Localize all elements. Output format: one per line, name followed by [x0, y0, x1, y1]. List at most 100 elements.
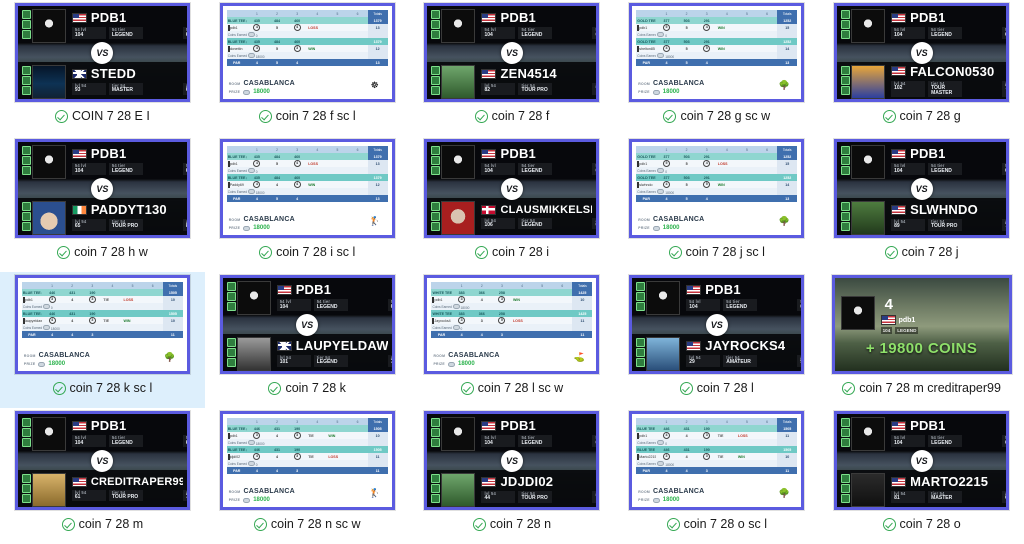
gallery-item[interactable]: 123456TotalsBLUE TEE (YARDS)446431190150… — [205, 408, 410, 544]
thumbnail[interactable]: 123456TotalsBLUE TEE (YARDS)435484460137… — [219, 139, 395, 238]
hole-header-5: 5 — [327, 10, 348, 17]
cell-3: LOSS — [716, 160, 737, 167]
thumbnail[interactable]: 123456TotalsBLUE TEE (YARDS)446431190150… — [219, 411, 395, 510]
gallery-item[interactable]: 123456TotalsWHITE TEE (YARDS)38336625814… — [410, 272, 615, 408]
badge-strip — [431, 417, 441, 448]
row-total: 1505 — [162, 310, 183, 317]
gallery-item[interactable]: PDB154 lvl10454 tierLEGEND 54 avg61.87 CRE… — [0, 408, 205, 544]
thumbnail[interactable]: PDB154 lvl10454 tierLEGEND 54 avg61.87 MAR… — [834, 411, 1010, 510]
player-stats: 54 lvl10454 tierLEGEND 54 avg61.87 — [71, 27, 187, 39]
thumbnail[interactable]: 123456TotalsBLUE TEE (YARDS)446431190150… — [629, 411, 805, 510]
thumbnail[interactable]: 123456TotalsGOLD TEE (YARDS)377503291125… — [629, 139, 805, 238]
cell-1: 431 — [266, 446, 288, 453]
coin-icon — [652, 225, 660, 231]
stat-value: 44 — [484, 495, 491, 502]
stat-spacer — [965, 435, 999, 447]
gallery-item[interactable]: 123456TotalsGOLD TEE (YARDS)377503291125… — [614, 0, 819, 136]
coins-total — [572, 303, 593, 310]
cell-1: 431 — [62, 310, 83, 317]
player-name: PDB1 — [705, 282, 741, 298]
scorecard-row: PAR 4 5 4 13 — [226, 195, 388, 202]
prize-value: 18000 — [662, 496, 680, 503]
gallery-item[interactable]: 123456TotalsGOLD TEE (YARDS)377503291125… — [614, 136, 819, 272]
prize-label: PRIZE — [228, 90, 241, 95]
cell-0: 4 — [246, 195, 267, 202]
stat-avg: avg 5475.08 — [592, 83, 597, 95]
player-stats: 54 lvl10454 tierLEGEND 54 avg61.87 — [481, 435, 597, 447]
stat-value: 89 — [894, 223, 900, 230]
cell-5 — [552, 310, 573, 317]
thumbnail[interactable]: PDB154 lvl10454 tierLEGEND 54 avg61.87 STE… — [14, 3, 190, 102]
gallery-item[interactable]: PDB154 lvl10454 tierLEGEND 54 avg61.87 ZEN… — [410, 0, 615, 136]
flag-icon-us — [637, 45, 640, 52]
row-total: 10 — [162, 296, 183, 303]
gallery-item[interactable]: PDB154 lvl10454 tierLEGEND 54 avg61.87 SLW… — [819, 136, 1024, 272]
thumbnail[interactable]: PDB154 lvl10454 tierLEGEND 54 avg61.87 CRE… — [14, 411, 190, 510]
scorecard-row: Coins Earned 0 — [636, 31, 798, 38]
row-total: 1505 — [777, 446, 798, 453]
score-marker: 3 — [498, 296, 506, 303]
player-row-name: Jayrocks4 — [431, 317, 452, 324]
thumbnail[interactable]: PDB154 lvl10454 tierLEGEND 54 avg61.87 FAL… — [834, 3, 1010, 102]
thumbnail[interactable]: PDB154 lvl10454 tierLEGEND 54 avg61.87 JDJ… — [424, 411, 600, 510]
row-total: 14 — [777, 45, 798, 52]
thumbnail[interactable]: PDB154 lvl10454 tierLEGEND 54 avg61.87 ZEN… — [424, 3, 600, 102]
result-loss: LOSS — [308, 25, 318, 30]
gallery-item[interactable]: 123456TotalsBLUE TEE (YARDS)446431190150… — [0, 272, 205, 408]
scorecard-row: BLUE TEE (YARDS)446431190 1505 — [21, 310, 183, 317]
thumbnail[interactable]: 123456TotalsBLUE TEE (YARDS)446431190150… — [14, 275, 190, 374]
scorecard-footer-left: ROOM CASABLANCA PRIZE 18000 — [229, 488, 295, 504]
score-marker: 4 — [703, 24, 711, 31]
cell-3: LOSS — [307, 160, 328, 167]
stat-tier: 54 tier LEGEND — [928, 27, 963, 39]
cell-1: 484 — [266, 17, 288, 24]
gallery-item[interactable]: PDB154 lvl10454 tierLEGEND 54 avg61.87 MAR… — [819, 408, 1024, 544]
gallery-item[interactable]: PDB154 lvl10454 tierLEGEND 54 avg61.87 FAL… — [819, 0, 1024, 136]
thumbnail[interactable]: PDB154 lvl10454 tierLEGEND 54 avg61.87 LAU… — [219, 275, 395, 374]
scorecard-row: PAR 4 4 3 11 — [226, 467, 388, 474]
cell-5 — [757, 432, 778, 439]
thumbnail[interactable]: 123456TotalsBLUE TEE (YARDS)435484460137… — [219, 3, 395, 102]
stat-tier: tier 54 LEGEND — [313, 355, 348, 367]
gallery-item[interactable]: PDB154 lvl10454 tierLEGEND 54 avg61.87 PAD… — [0, 136, 205, 272]
scorecard-row: BLUE TEE (YARDS)446431190 1505 — [226, 446, 388, 453]
rank-badge-icon — [21, 222, 31, 232]
gallery-item[interactable]: PDB154 lvl10454 tierLEGEND 54 avg61.87 CLA… — [410, 136, 615, 272]
score-marker: 4 — [253, 45, 261, 52]
coins-earned-label: Coins Earned — [431, 324, 452, 331]
match-card: PDB154 lvl10454 tierLEGEND 54 avg61.87 FAL… — [837, 6, 1007, 99]
result-tie: TIE — [717, 433, 724, 438]
scorecard-row: Coins Earned 18000 — [636, 52, 798, 59]
course-logo-icon: 🌳 — [778, 487, 790, 498]
stat-value: 104 — [689, 303, 698, 310]
stat-spacer — [965, 491, 999, 503]
thumbnail[interactable]: 4 pdb1 104 LEGEND + 19800 COINS — [831, 275, 1012, 374]
coins-name-line: pdb1 — [880, 315, 919, 325]
tee-name: BLUE TEE (YARDS) — [226, 174, 247, 181]
gallery-item[interactable]: PDB154 lvl10454 tierLEGEND 54 avg61.87 LAU… — [205, 272, 410, 408]
cell-5 — [347, 59, 368, 66]
cell-2: 4 — [696, 195, 717, 202]
tee-name: BLUE TEE (YARDS) — [226, 17, 247, 24]
thumbnail[interactable]: 123456TotalsWHITE TEE (YARDS)38336625814… — [424, 275, 600, 374]
gallery-item[interactable]: 123456TotalsBLUE TEE (YARDS)435484460137… — [205, 136, 410, 272]
thumbnail-gallery[interactable]: PDB154 lvl10454 tierLEGEND54 avg61.87STE… — [0, 0, 1024, 544]
rank-badge-icon — [431, 438, 441, 448]
thumbnail[interactable]: PDB154 lvl10454 tierLEGEND 54 avg61.87 CLA… — [424, 139, 600, 238]
thumbnail[interactable]: PDB154 lvl10454 tierLEGEND 54 avg61.87 SLW… — [834, 139, 1010, 238]
gallery-item[interactable]: PDB154 lvl10454 tierLEGEND 54 avg61.87 JDJ… — [410, 408, 615, 544]
gallery-item[interactable]: 123456TotalsBLUE TEE (YARDS)435484460137… — [205, 0, 410, 136]
gallery-item[interactable]: PDB154 lvl10454 tierLEGEND 54 avg61.87 JAY… — [614, 272, 819, 408]
flag-icon-us — [22, 296, 25, 303]
par-label: PAR — [636, 195, 657, 202]
thumbnail[interactable]: PDB154 lvl10454 tierLEGEND 54 avg61.87 JAY… — [629, 275, 805, 374]
scorecard-row: BLUE TEE (YARDS)435484460 1379 — [226, 174, 388, 181]
gallery-item[interactable]: 4 pdb1 104 LEGEND + 19800 COINS coin 7 28 m c… — [819, 272, 1024, 408]
thumbnail[interactable]: 123456TotalsGOLD TEE (YARDS)377503291125… — [629, 3, 805, 102]
stat-avg: 54 avg61.87 — [182, 163, 187, 175]
gallery-item[interactable]: 123456TotalsBLUE TEE (YARDS)446431190150… — [614, 408, 819, 544]
gallery-item[interactable]: PDB154 lvl10454 tierLEGEND 54 avg61.87 STE… — [0, 0, 205, 136]
player-name-line: PDB1 — [71, 10, 183, 25]
coin-icon — [657, 167, 665, 173]
thumbnail[interactable]: PDB154 lvl10454 tierLEGEND 54 avg61.87 PAD… — [14, 139, 190, 238]
